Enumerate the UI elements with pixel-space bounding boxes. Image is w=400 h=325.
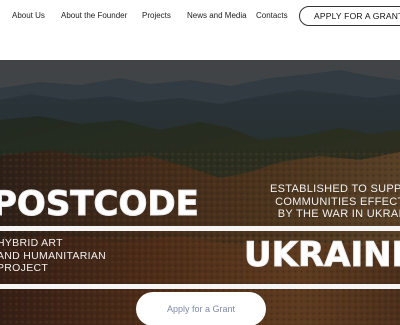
nav-link-contacts[interactable]: Contacts: [256, 11, 288, 20]
nav-link-about-founder[interactable]: About the Founder: [61, 11, 127, 20]
nav-link-news-media[interactable]: News and Media: [187, 11, 247, 20]
hero-tagline-line: BY THE WAR IN UKRAINE: [277, 208, 400, 220]
hero-subtitle-line: PROJECT: [0, 262, 49, 274]
nav-link-projects[interactable]: Projects: [142, 11, 171, 20]
hero-tagline: ESTABLISHED TO SUPPORT COMMUNITIES EFFEC…: [270, 183, 400, 221]
apply-grant-nav-button[interactable]: APPLY FOR A GRANT: [299, 6, 400, 26]
hero-subtitle-line: AND HUMANITARIAN: [0, 249, 107, 262]
top-navigation: About Us About the Founder Projects News…: [0, 0, 400, 60]
hero-tagline-line: COMMUNITIES EFFECTED: [275, 195, 400, 208]
hero-title-left: POSTCODE: [0, 184, 199, 225]
hero-subtitle: HYBRID ART AND HUMANITARIAN PROJECT: [0, 237, 106, 275]
nav-link-about-us[interactable]: About Us: [12, 11, 45, 20]
hero-subtitle-line: HYBRID ART: [0, 237, 63, 249]
apply-grant-hero-button[interactable]: Apply for a Grant: [136, 292, 266, 325]
hero-tagline-line: ESTABLISHED TO SUPPORT: [270, 183, 400, 195]
hero-title-right: UKRAINE: [244, 235, 400, 276]
hero-section: POSTCODE UKRAINE ESTABLISHED TO SUPPORT …: [0, 60, 400, 325]
